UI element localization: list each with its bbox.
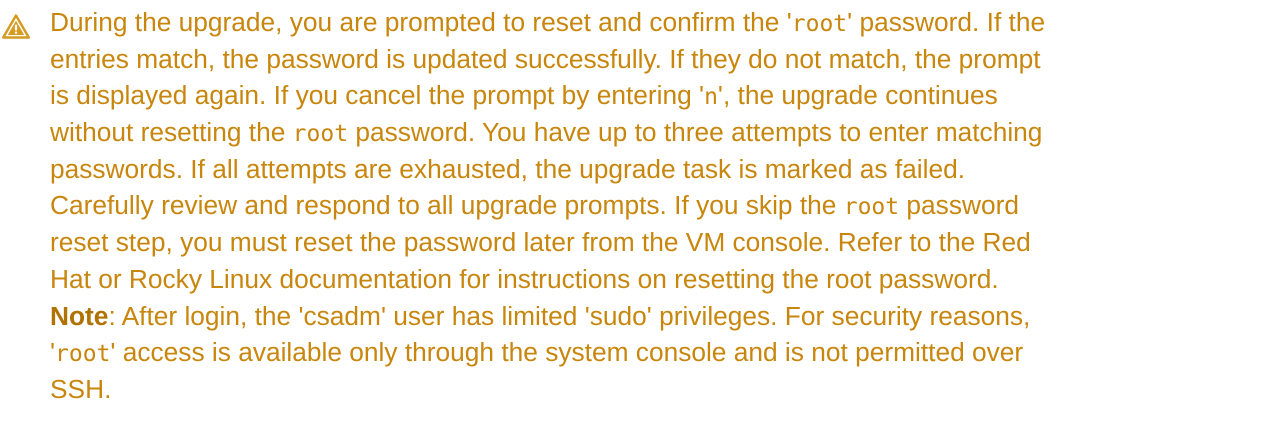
callout-text-segment: password [899, 190, 1019, 221]
callout-line: Carefully review and respond to all upgr… [50, 187, 1262, 224]
callout-text-segment: : After login, the 'csadm' user has limi… [108, 300, 1031, 331]
callout-text-segment: password. You have up to three attempts … [348, 117, 1043, 148]
callout-text-segment: SSH. [50, 373, 112, 404]
warning-triangle-icon [2, 14, 30, 39]
callout-text-segment: ' password. If the [847, 7, 1046, 37]
note-label: Note [50, 300, 109, 331]
inline-code: root [55, 341, 111, 368]
callout-text-segment: is displayed again. If you cancel the pr… [50, 80, 705, 111]
warning-callout-text: During the upgrade, you are prompted to … [50, 4, 1262, 408]
callout-line: During the upgrade, you are prompted to … [50, 4, 1262, 41]
callout-line: passwords. If all attempts are exhausted… [50, 151, 1262, 188]
inline-code: n [704, 84, 718, 111]
callout-line: Note: After login, the 'csadm' user has … [50, 298, 1262, 335]
callout-line: entries match, the password is updated s… [50, 41, 1262, 78]
callout-text-segment: entries match, the password is updated s… [50, 43, 1041, 74]
callout-line: Hat or Rocky Linux documentation for ins… [50, 261, 1262, 298]
warning-callout: During the upgrade, you are prompted to … [0, 0, 1272, 438]
callout-text-segment: passwords. If all attempts are exhausted… [50, 153, 966, 184]
inline-code: root [843, 194, 900, 221]
callout-text-segment: ', the upgrade continues [717, 80, 998, 111]
callout-line: reset step, you must reset the password … [50, 224, 1262, 261]
callout-line: 'root' access is available only through … [50, 334, 1262, 371]
callout-text-segment: Hat or Rocky Linux documentation for ins… [50, 263, 999, 294]
callout-text-segment: ' access is available only through the s… [110, 337, 1024, 368]
callout-line: without resetting the root password. You… [50, 114, 1262, 151]
inline-code: root [791, 11, 848, 37]
callout-text-segment: reset step, you must reset the password … [50, 227, 1031, 258]
callout-text-segment: Carefully review and respond to all upgr… [50, 190, 844, 221]
inline-code: root [292, 121, 349, 148]
callout-text-segment: During the upgrade, you are prompted to … [50, 7, 792, 37]
callout-text-segment: without resetting the [50, 117, 293, 148]
callout-line: is displayed again. If you cancel the pr… [50, 77, 1262, 114]
callout-line: SSH. [50, 371, 1262, 408]
